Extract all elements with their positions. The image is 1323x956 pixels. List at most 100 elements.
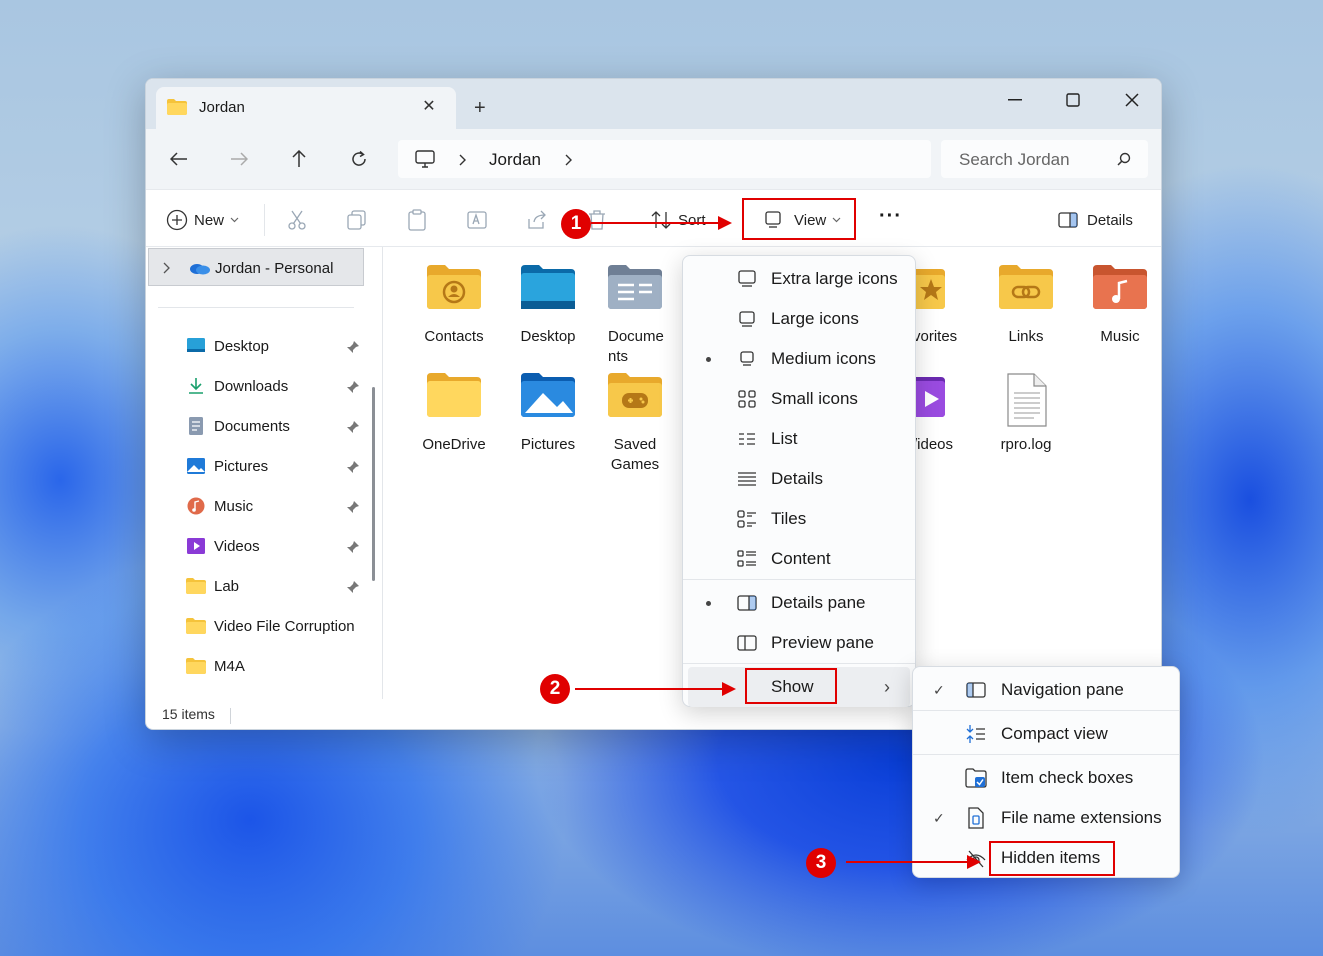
sidebar-item-label: M4A	[214, 657, 245, 675]
sidebar-scrollbar[interactable]	[372, 387, 375, 581]
menu-separator	[913, 754, 1179, 755]
menu-item-label: List	[771, 429, 798, 448]
menu-item-file-name-extensions[interactable]: ✓ File name extensions	[913, 798, 1179, 838]
file-item-links[interactable]: Links	[982, 265, 1070, 347]
back-button[interactable]	[164, 147, 194, 171]
compact-view-icon	[965, 723, 987, 745]
menu-item-large-icons[interactable]: Large icons	[683, 299, 915, 339]
address-bar[interactable]: Jordan	[398, 140, 931, 178]
sidebar-item-video-file-corruption[interactable]: Video File Corruption	[186, 612, 376, 640]
menu-item-tiles[interactable]: Tiles	[683, 499, 915, 539]
file-label: Pictures	[520, 436, 576, 453]
file-item-music[interactable]: Music	[1076, 265, 1161, 347]
menu-item-label: Compact view	[1001, 724, 1108, 743]
sidebar-item-pictures[interactable]: Pictures	[186, 452, 364, 480]
refresh-icon	[352, 150, 366, 166]
chevron-right-icon	[459, 154, 466, 166]
file-item-pictures[interactable]: Pictures	[504, 373, 592, 455]
menu-item-item-check-boxes[interactable]: Item check boxes	[913, 758, 1179, 798]
pin-icon	[347, 501, 359, 513]
sort-button[interactable]: Sort	[650, 208, 706, 232]
menu-item-label: Extra large icons	[771, 269, 898, 288]
rename-button[interactable]	[466, 208, 488, 232]
menu-item-label: Details pane	[771, 593, 866, 612]
selected-bullet	[706, 600, 711, 606]
sidebar-item-desktop[interactable]: Desktop	[186, 332, 364, 360]
chevron-right-icon	[163, 262, 170, 274]
menu-item-details-pane[interactable]: Details pane	[683, 583, 915, 623]
pane-divider	[382, 247, 383, 699]
saved-games-folder-icon	[608, 373, 662, 417]
onedrive-cloud-icon	[190, 264, 210, 275]
close-tab-icon[interactable]: ✕	[419, 96, 439, 116]
details-pane-button[interactable]: Details	[1057, 208, 1133, 232]
pin-icon	[347, 421, 359, 433]
menu-item-label: Item check boxes	[1001, 768, 1134, 787]
paste-button[interactable]	[406, 208, 428, 232]
menu-item-list[interactable]: List	[683, 419, 915, 459]
sidebar-item-documents[interactable]: Documents	[186, 412, 364, 440]
monitor-icon	[736, 308, 758, 330]
links-folder-icon	[999, 265, 1053, 309]
menu-item-label: Medium icons	[771, 349, 876, 368]
sidebar-item-lab[interactable]: Lab	[186, 572, 364, 600]
menu-item-label: File name extensions	[1001, 808, 1162, 827]
menu-item-extra-large-icons[interactable]: Extra large icons	[683, 259, 915, 299]
file-label: Docume nts	[608, 328, 664, 365]
breadcrumb-jordan[interactable]: Jordan	[489, 150, 541, 170]
download-icon	[189, 378, 203, 394]
cut-button[interactable]	[286, 208, 308, 232]
new-button-label: New	[194, 211, 225, 229]
file-label: rpro.log	[1000, 436, 1052, 453]
pin-icon	[347, 341, 359, 353]
file-item-saved-games[interactable]: Saved Games	[598, 373, 672, 475]
details-pane-icon	[1058, 212, 1078, 228]
up-button[interactable]	[284, 147, 314, 171]
navigation-pane: Jordan - Personal Desktop Downloads Docu…	[146, 247, 376, 699]
item-count: 15 items	[162, 706, 215, 722]
maximize-button[interactable]	[1044, 85, 1102, 115]
annotation-box-hidden-items	[989, 841, 1115, 876]
rename-icon	[467, 211, 487, 229]
sidebar-item-videos[interactable]: Videos	[186, 532, 364, 560]
menu-item-navigation-pane[interactable]: ✓ Navigation pane	[913, 670, 1179, 710]
sidebar-item-downloads[interactable]: Downloads	[186, 372, 364, 400]
menu-item-details[interactable]: Details	[683, 459, 915, 499]
desktop-folder-icon	[521, 265, 575, 309]
menu-item-content[interactable]: Content	[683, 539, 915, 579]
file-label: Contacts	[424, 328, 484, 345]
search-box[interactable]: Search Jordan	[941, 140, 1148, 178]
tab-jordan[interactable]: Jordan ✕	[156, 87, 456, 129]
menu-item-compact-view[interactable]: Compact view	[913, 714, 1179, 754]
file-item-onedrive[interactable]: OneDrive	[410, 373, 498, 455]
file-item-contacts[interactable]: Contacts	[410, 265, 498, 347]
new-button[interactable]: New	[166, 208, 239, 232]
copy-button[interactable]	[346, 208, 368, 232]
sidebar-item-m4a[interactable]: M4A	[186, 652, 364, 680]
pin-icon	[347, 381, 359, 393]
refresh-button[interactable]	[344, 147, 374, 171]
minimize-icon	[1008, 99, 1022, 101]
sidebar-item-music[interactable]: Music	[186, 492, 364, 520]
sort-icon	[651, 211, 671, 229]
paste-icon	[408, 209, 426, 231]
computer-icon	[415, 150, 435, 168]
menu-item-preview-pane[interactable]: Preview pane	[683, 623, 915, 663]
file-item-documents[interactable]: Docume nts	[598, 265, 672, 367]
sidebar-item-label: Pictures	[214, 457, 269, 475]
close-window-button[interactable]	[1103, 85, 1161, 115]
annotation-badge-3: 3	[806, 848, 836, 878]
file-item-desktop[interactable]: Desktop	[504, 265, 592, 347]
sidebar-item-onedrive[interactable]: Jordan - Personal	[148, 248, 364, 286]
file-item-rpro-log[interactable]: rpro.log	[982, 373, 1070, 455]
sidebar-item-label: Desktop	[214, 337, 270, 355]
minimize-button[interactable]	[986, 85, 1044, 115]
menu-item-medium-icons[interactable]: Medium icons	[683, 339, 915, 379]
folder-icon	[186, 658, 206, 674]
menu-item-small-icons[interactable]: Small icons	[683, 379, 915, 419]
share-button[interactable]	[526, 208, 548, 232]
forward-button[interactable]	[224, 147, 254, 171]
more-options-button[interactable]: ···	[879, 205, 902, 228]
new-tab-button[interactable]: +	[474, 97, 486, 120]
annotation-arrow-1	[591, 222, 719, 224]
